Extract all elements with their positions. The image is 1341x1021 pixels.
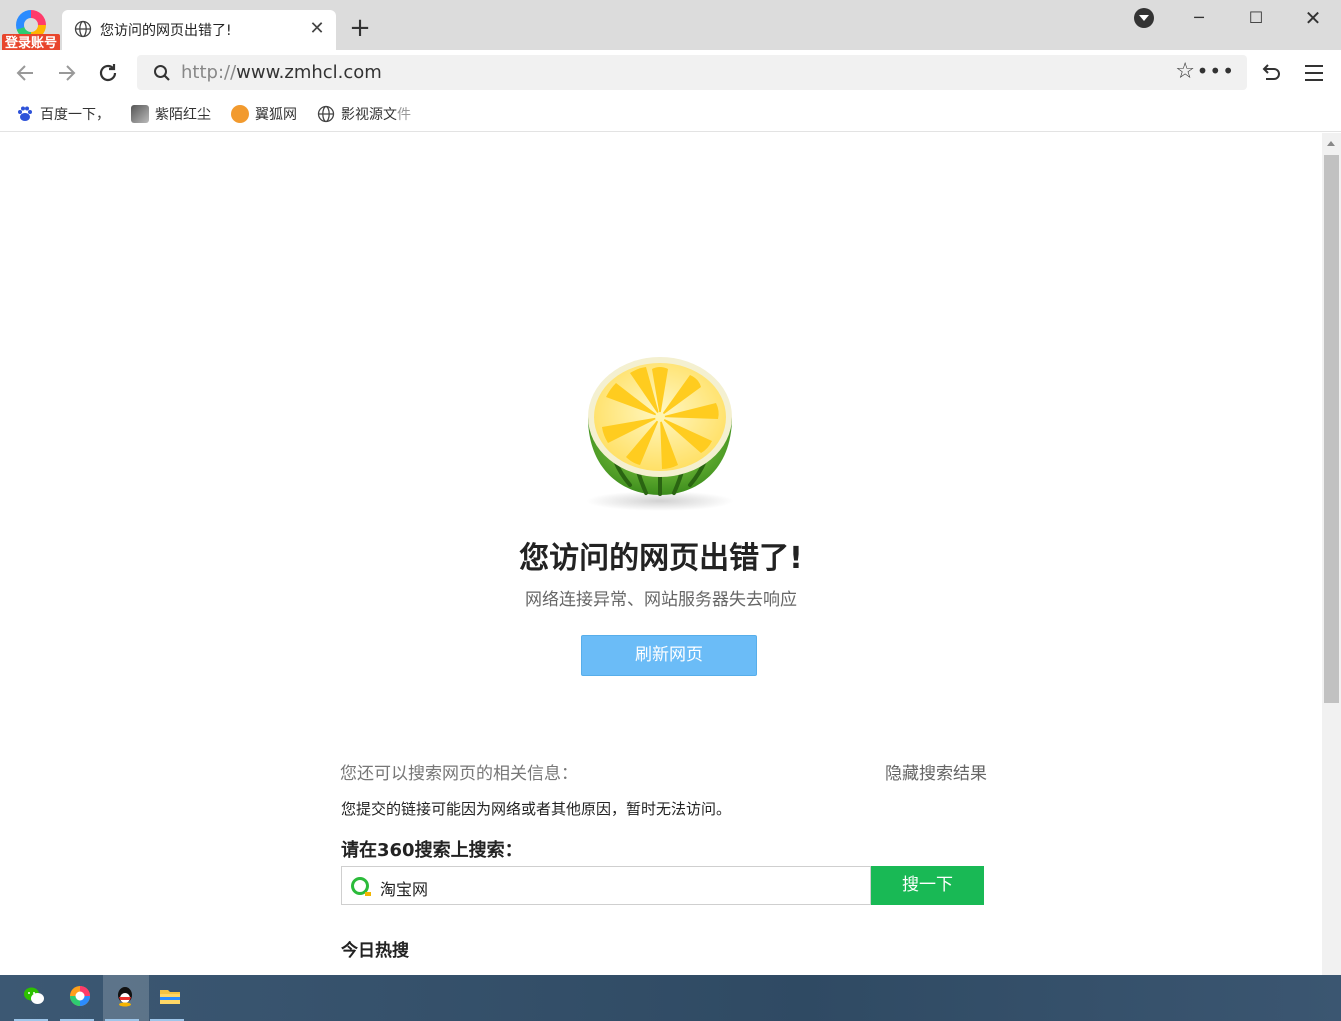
bookmark-baidu[interactable]: 百度一下，	[16, 103, 110, 125]
bookmark-label: 翼狐网	[255, 107, 297, 123]
taskbar-qq[interactable]	[103, 975, 149, 1021]
more-icon[interactable]: •••	[1197, 59, 1235, 83]
scroll-up-icon[interactable]	[1327, 141, 1335, 146]
account-login[interactable]: 登录账号	[2, 10, 60, 54]
qq-penguin-icon	[118, 987, 132, 1007]
minimize-button[interactable]: ─	[1184, 6, 1214, 30]
browser-icon	[70, 986, 90, 1006]
search-hint: 您还可以搜索网页的相关信息：	[340, 764, 578, 784]
bookmark-zimohongchen[interactable]: 紫陌红尘	[131, 103, 211, 125]
bookmark-yingshi[interactable]: 影视源文件	[317, 103, 411, 125]
address-bar[interactable]: http://www.zmhcl.com ☆ •••	[137, 55, 1247, 90]
hot-search-title: 今日热搜	[341, 941, 409, 961]
forward-arrow-icon	[59, 65, 76, 81]
scrollbar-thumb[interactable]	[1324, 155, 1339, 703]
melon-illustration-icon	[586, 357, 734, 511]
bookmarks-bar: 百度一下， 紫陌红尘 翼狐网 影视源文件	[0, 96, 1341, 132]
refresh-button[interactable]: 刷新网页	[581, 635, 757, 676]
tab-close-icon[interactable]: ✕	[306, 18, 328, 40]
site-icon	[131, 105, 149, 123]
search-input[interactable]: 淘宝网	[341, 866, 871, 905]
url-text[interactable]: http://www.zmhcl.com	[181, 62, 382, 83]
bookmark-yihu[interactable]: 翼狐网	[231, 103, 297, 125]
back-button[interactable]	[13, 60, 39, 86]
bookmark-label: 紫陌红尘	[155, 107, 211, 123]
wechat-icon	[24, 987, 44, 1004]
forward-button[interactable]	[53, 60, 79, 86]
globe-icon	[74, 20, 92, 38]
bookmark-label: 百度一下，	[40, 107, 110, 123]
back-arrow-icon	[16, 65, 33, 81]
folder-icon	[160, 990, 180, 1004]
tab-title: 您访问的网页出错了!	[100, 23, 232, 39]
search-icon	[154, 65, 170, 81]
search-label: 请在360搜索上搜索：	[341, 840, 523, 861]
active-tab[interactable]: 您访问的网页出错了! ✕	[62, 10, 336, 50]
toolbar: http://www.zmhcl.com ☆ •••	[0, 50, 1341, 96]
taskbar-explorer[interactable]	[148, 975, 194, 1021]
page-content: 您访问的网页出错了! 网络连接异常、网站服务器失去响应 刷新网页 您还可以搜索网…	[0, 133, 1322, 975]
hide-results-link[interactable]: 隐藏搜索结果	[885, 759, 987, 784]
globe-icon	[317, 105, 335, 123]
reload-icon	[99, 64, 117, 82]
reload-button[interactable]	[95, 60, 121, 86]
star-icon[interactable]: ☆	[1175, 60, 1195, 84]
vertical-scrollbar[interactable]	[1322, 133, 1341, 975]
bookmark-label-faded: 件	[397, 107, 411, 123]
maximize-button[interactable]: ☐	[1241, 6, 1271, 30]
tab-list-dropdown-icon[interactable]	[1134, 8, 1154, 28]
error-title: 您访问的网页出错了!	[519, 541, 803, 576]
hamburger-menu-icon[interactable]	[1305, 65, 1323, 81]
new-tab-button[interactable]: +	[346, 14, 374, 42]
error-subtitle: 网络连接异常、网站服务器失去响应	[525, 590, 797, 610]
close-window-button[interactable]: ✕	[1298, 6, 1328, 30]
taskbar-browser[interactable]	[58, 975, 104, 1021]
search-button[interactable]: 搜一下	[871, 866, 984, 905]
error-reason: 您提交的链接可能因为网络或者其他原因，暂时无法访问。	[341, 800, 732, 818]
bookmark-label: 影视源文	[341, 107, 397, 123]
taskbar-wechat[interactable]	[12, 975, 58, 1021]
so-search-icon	[351, 877, 371, 896]
search-input-value[interactable]: 淘宝网	[380, 876, 428, 900]
undo-icon[interactable]	[1258, 62, 1282, 86]
title-bar: 登录账号 您访问的网页出错了! ✕ + ─ ☐ ✕	[0, 0, 1341, 54]
yihu-icon	[231, 105, 249, 123]
taskbar	[0, 975, 1341, 1021]
baidu-icon	[18, 106, 32, 121]
